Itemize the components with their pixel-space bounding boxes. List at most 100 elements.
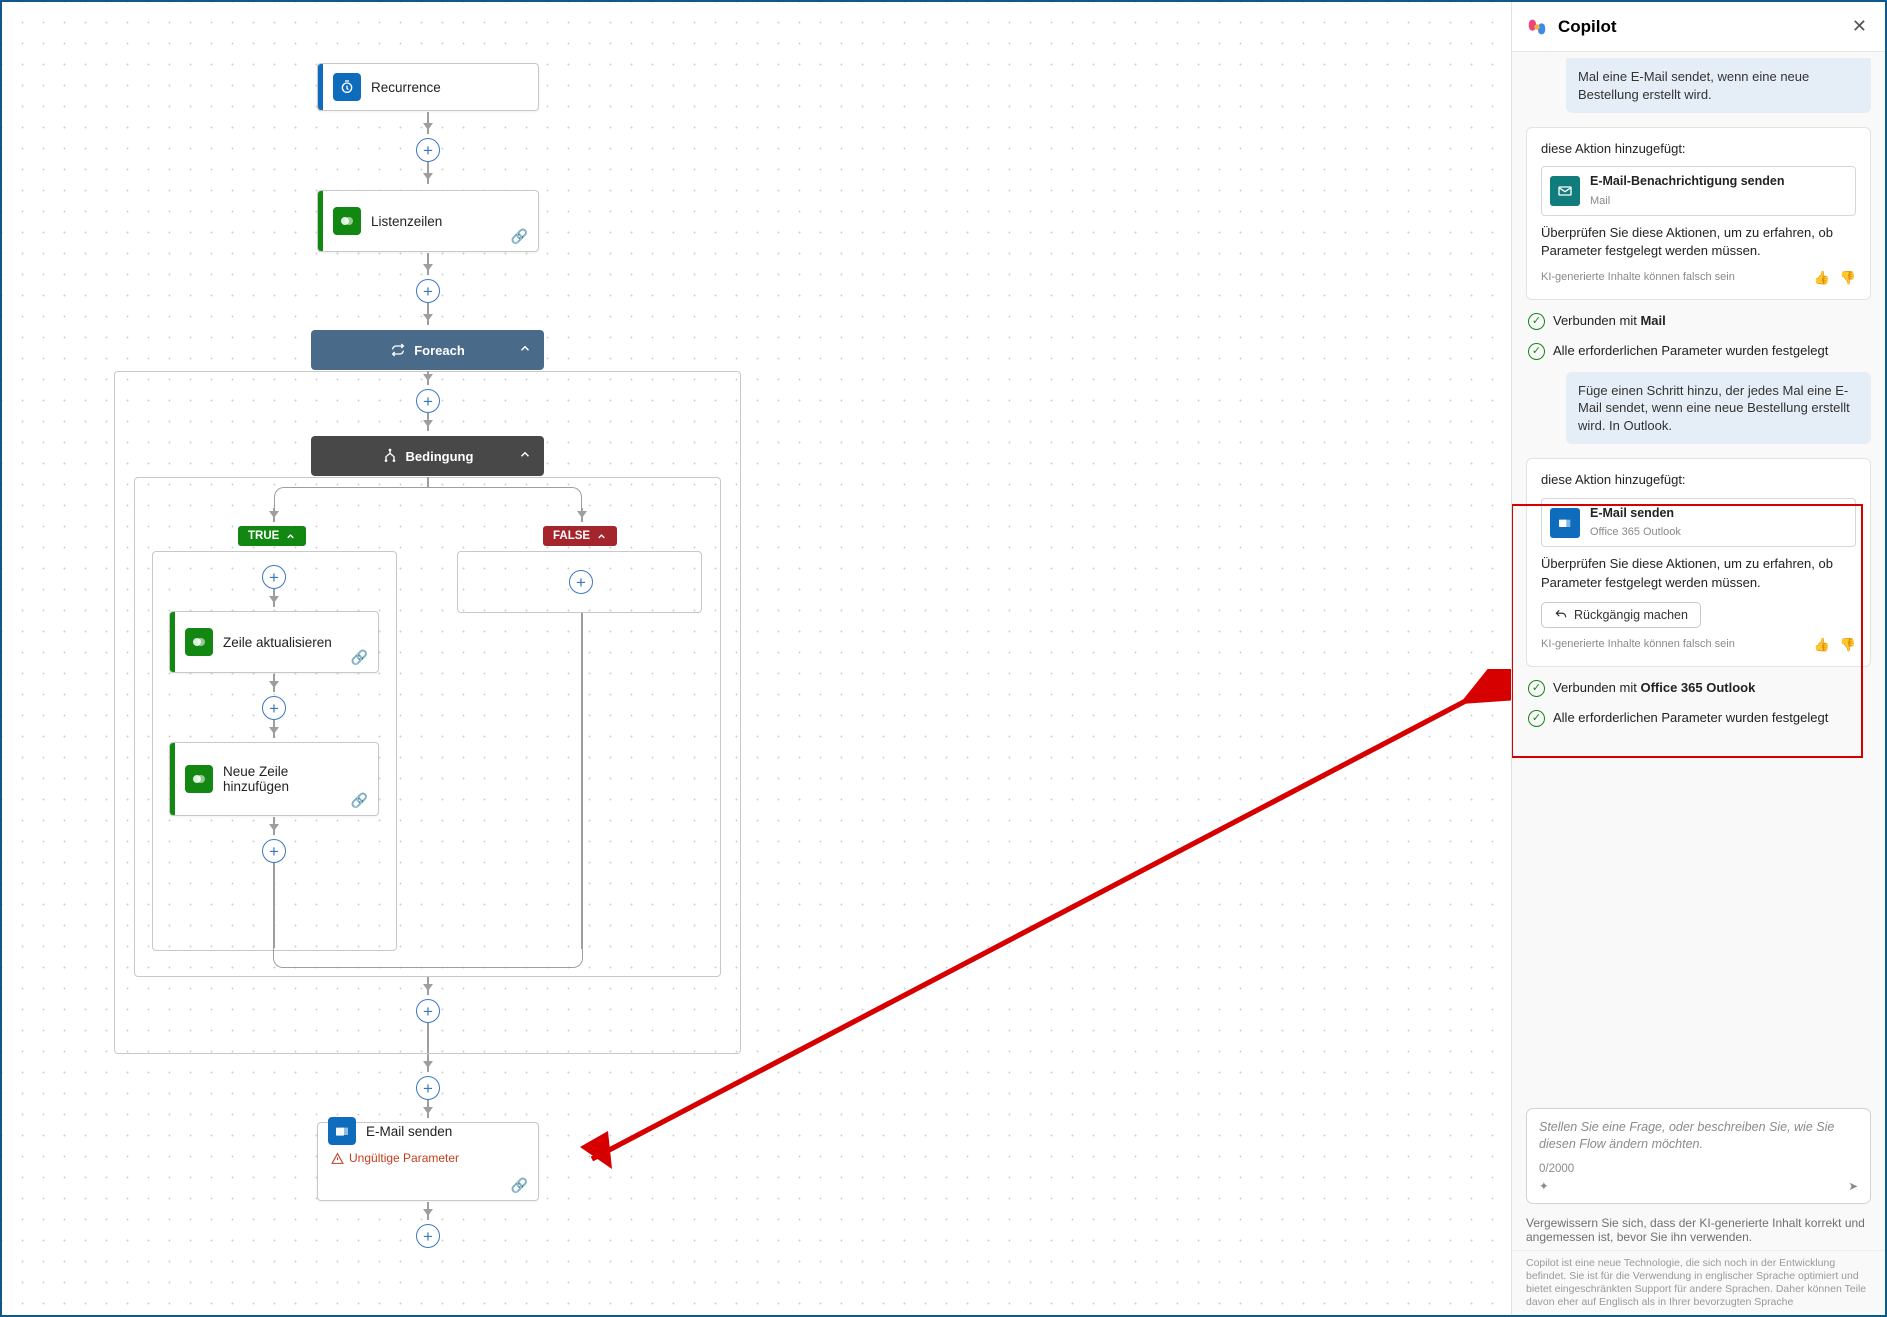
flow-canvas[interactable]: Recurrence + Listenzeilen 🔗 + Foreach bbox=[2, 2, 1511, 1315]
link-icon: 🔗 bbox=[351, 792, 368, 809]
branch-icon bbox=[382, 448, 398, 464]
link-icon: 🔗 bbox=[511, 1177, 528, 1194]
add-step-button[interactable]: + bbox=[416, 999, 440, 1023]
check-icon: ✓ bbox=[1528, 343, 1545, 360]
warning-icon bbox=[331, 1152, 344, 1165]
node-condition-header[interactable]: Bedingung bbox=[311, 436, 544, 476]
connector bbox=[427, 1054, 429, 1072]
node-send-mail[interactable]: E-Mail senden Ungültige Parameter 🔗 bbox=[317, 1122, 539, 1201]
node-label: Zeile aktualisieren bbox=[223, 635, 332, 650]
connector bbox=[273, 948, 428, 968]
connector bbox=[581, 508, 583, 522]
warning-row: Ungültige Parameter bbox=[328, 1151, 459, 1165]
copilot-chat[interactable]: Mal eine E-Mail sendet, wenn eine neue B… bbox=[1512, 52, 1885, 1100]
action-subtitle: Mail bbox=[1590, 195, 1610, 207]
add-step-button[interactable]: + bbox=[416, 138, 440, 162]
status-params: ✓ Alle erforderlichen Parameter wurden f… bbox=[1528, 342, 1869, 360]
ai-message-card: diese Aktion hinzugefügt: E-Mail-Benachr… bbox=[1526, 127, 1871, 300]
add-step-button[interactable]: + bbox=[416, 1224, 440, 1248]
connector bbox=[427, 1100, 429, 1118]
copilot-input[interactable]: Stellen Sie eine Frage, oder beschreiben… bbox=[1526, 1108, 1871, 1204]
add-step-button[interactable]: + bbox=[416, 1076, 440, 1100]
connector bbox=[427, 371, 429, 385]
annotation-highlight bbox=[1512, 504, 1863, 758]
accent-bar bbox=[170, 743, 175, 815]
connector bbox=[428, 487, 582, 509]
connector bbox=[273, 863, 275, 948]
add-step-button[interactable]: + bbox=[262, 839, 286, 863]
link-icon: 🔗 bbox=[351, 649, 368, 666]
copilot-footer-note: Vergewissern Sie sich, dass der KI-gener… bbox=[1512, 1210, 1885, 1250]
connector bbox=[427, 162, 429, 184]
connector bbox=[273, 817, 275, 835]
connector bbox=[273, 674, 275, 692]
connector bbox=[274, 487, 428, 509]
connector bbox=[427, 1202, 429, 1220]
ai-action-card[interactable]: E-Mail-Benachrichtigung senden Mail bbox=[1541, 166, 1856, 216]
send-button[interactable]: ➤ bbox=[1848, 1179, 1858, 1193]
status-connected: ✓ Verbunden mit Mail bbox=[1528, 312, 1869, 330]
accent-bar bbox=[318, 64, 323, 110]
link-icon: 🔗 bbox=[511, 228, 528, 245]
dataverse-icon bbox=[185, 628, 213, 656]
connector bbox=[273, 508, 275, 522]
ai-disclaimer: KI-generierte Inhalte können falsch sein bbox=[1541, 270, 1735, 285]
input-placeholder: Stellen Sie eine Frage, oder beschreiben… bbox=[1539, 1119, 1858, 1153]
add-step-button[interactable]: + bbox=[569, 570, 593, 594]
close-button[interactable]: ✕ bbox=[1848, 12, 1871, 41]
accent-bar bbox=[318, 191, 323, 251]
connector bbox=[427, 977, 429, 995]
char-counter: 0/2000 bbox=[1539, 1163, 1574, 1175]
true-label: TRUE bbox=[248, 530, 279, 542]
chevron-up-icon[interactable] bbox=[518, 342, 532, 359]
action-title: E-Mail-Benachrichtigung senden bbox=[1590, 173, 1784, 191]
sparkle-icon[interactable]: ✦ bbox=[1539, 1179, 1549, 1193]
node-list-rows[interactable]: Listenzeilen 🔗 bbox=[317, 190, 539, 252]
connector bbox=[427, 477, 429, 487]
flow-layer: Recurrence + Listenzeilen 🔗 + Foreach bbox=[2, 2, 1511, 1315]
chevron-up-icon bbox=[596, 531, 607, 542]
node-label: Listenzeilen bbox=[371, 214, 442, 229]
node-add-row[interactable]: Neue Zeile hinzufügen 🔗 bbox=[169, 742, 379, 816]
add-step-button[interactable]: + bbox=[416, 279, 440, 303]
dataverse-icon bbox=[333, 207, 361, 235]
copilot-header: Copilot ✕ bbox=[1512, 2, 1885, 52]
add-step-button[interactable]: + bbox=[262, 696, 286, 720]
chevron-up-icon[interactable] bbox=[518, 448, 532, 465]
dataverse-icon bbox=[185, 765, 213, 793]
thumbs-up-button[interactable]: 👍 bbox=[1814, 269, 1830, 287]
node-update-row[interactable]: Zeile aktualisieren 🔗 bbox=[169, 611, 379, 673]
condition-label: Bedingung bbox=[406, 449, 474, 464]
ai-body: Überprüfen Sie diese Aktionen, um zu erf… bbox=[1541, 224, 1856, 260]
branch-true-header[interactable]: TRUE bbox=[238, 526, 306, 546]
node-label: Recurrence bbox=[371, 80, 441, 95]
node-recurrence[interactable]: Recurrence bbox=[317, 63, 539, 111]
connector bbox=[581, 613, 583, 949]
copilot-footer-small: Copilot ist eine neue Technologie, die s… bbox=[1512, 1250, 1885, 1316]
thumbs-down-button[interactable]: 👎 bbox=[1840, 269, 1856, 287]
add-step-button[interactable]: + bbox=[416, 389, 440, 413]
connector bbox=[273, 720, 275, 738]
clock-icon bbox=[333, 73, 361, 101]
user-message: Füge einen Schritt hinzu, der jedes Mal … bbox=[1566, 372, 1871, 445]
connector bbox=[427, 413, 429, 431]
node-foreach-header[interactable]: Foreach bbox=[311, 330, 544, 370]
accent-bar bbox=[170, 612, 175, 672]
branch-false-header[interactable]: FALSE bbox=[543, 526, 617, 546]
connector bbox=[428, 948, 583, 968]
connector bbox=[427, 303, 429, 325]
node-label: E-Mail senden bbox=[366, 1124, 452, 1139]
node-label: Neue Zeile hinzufügen bbox=[223, 764, 343, 794]
copilot-panel: Copilot ✕ Mal eine E-Mail sendet, wenn e… bbox=[1511, 2, 1885, 1315]
foreach-label: Foreach bbox=[414, 343, 465, 358]
connector bbox=[427, 1023, 429, 1053]
copilot-logo-icon bbox=[1526, 16, 1548, 38]
mail-icon bbox=[1550, 176, 1580, 206]
copilot-title: Copilot bbox=[1558, 17, 1848, 37]
ai-header: diese Aktion hinzugefügt: bbox=[1541, 140, 1856, 158]
add-step-button[interactable]: + bbox=[262, 565, 286, 589]
false-label: FALSE bbox=[553, 530, 590, 542]
connector bbox=[427, 253, 429, 275]
ai-header: diese Aktion hinzugefügt: bbox=[1541, 471, 1856, 489]
connector bbox=[427, 112, 429, 134]
